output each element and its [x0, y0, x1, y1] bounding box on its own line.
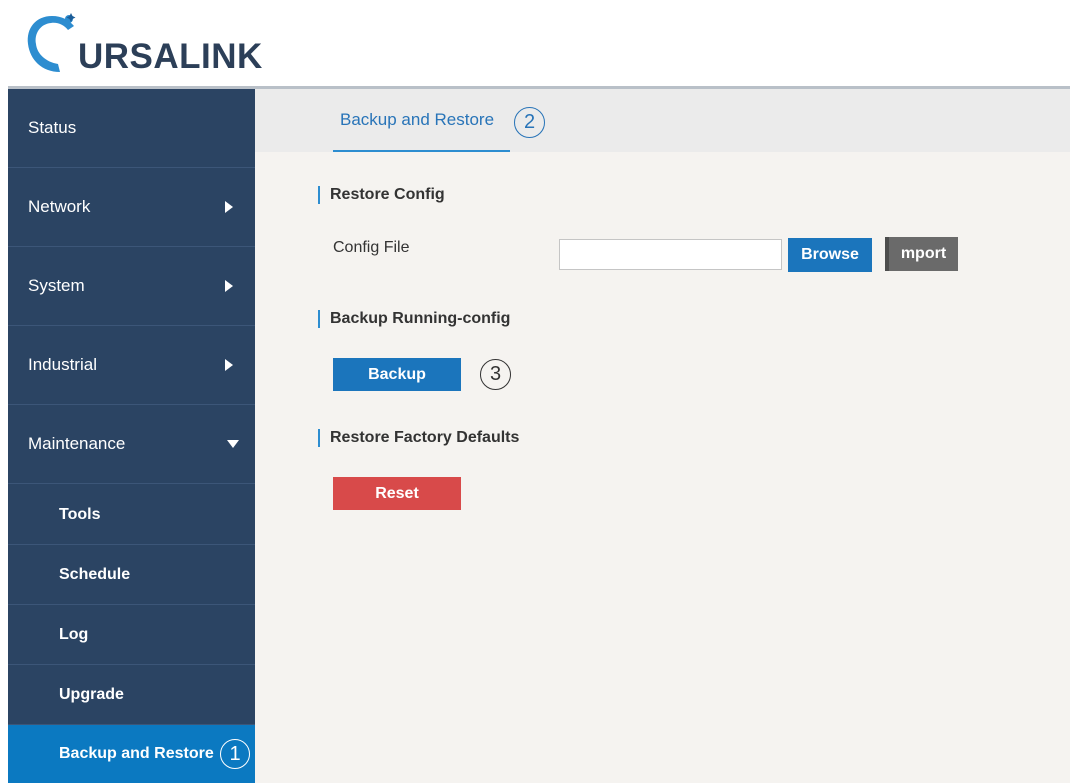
- step-marker-1: 1: [220, 739, 250, 769]
- tab-bar: Backup and Restore 2: [255, 89, 1070, 152]
- section-title-factory-defaults: Restore Factory Defaults: [318, 429, 519, 447]
- sidebar-subitem-label: Log: [59, 625, 89, 643]
- browse-button[interactable]: Browse: [788, 238, 872, 272]
- sidebar-item-industrial[interactable]: Industrial: [8, 326, 255, 405]
- sidebar-item-maintenance[interactable]: Maintenance: [8, 405, 255, 484]
- sidebar-subitem-schedule[interactable]: Schedule: [8, 545, 255, 605]
- config-file-input[interactable]: [559, 239, 782, 270]
- sidebar-subitem-label: Upgrade: [59, 685, 124, 703]
- sidebar-subitem-label: Backup and Restore: [59, 745, 214, 762]
- tab-label: Backup and Restore: [340, 110, 495, 129]
- ursalink-logo: URSALINK: [22, 10, 322, 80]
- backup-button[interactable]: Backup: [333, 358, 461, 391]
- reset-button[interactable]: Reset: [333, 477, 461, 510]
- sidebar-subitem-upgrade[interactable]: Upgrade: [8, 665, 255, 725]
- sidebar-item-network[interactable]: Network: [8, 168, 255, 247]
- main-content: Backup and Restore 2 Restore Config Conf…: [255, 89, 1070, 783]
- step-marker-2: 2: [514, 107, 545, 138]
- caret-right-icon: [225, 359, 233, 371]
- section-title-restore-config: Restore Config: [318, 186, 445, 204]
- section-title-backup: Backup Running-config: [318, 310, 510, 328]
- header: URSALINK: [0, 0, 1070, 89]
- sidebar-item-status[interactable]: Status: [8, 89, 255, 168]
- caret-right-icon: [225, 201, 233, 213]
- sidebar-item-label: Status: [28, 118, 77, 137]
- brand-name: URSALINK: [78, 37, 263, 76]
- sidebar-item-label: Industrial: [28, 355, 97, 374]
- sidebar-item-label: Maintenance: [28, 434, 126, 453]
- sidebar-subitem-backup-restore[interactable]: Backup and Restore 1: [8, 725, 255, 783]
- sidebar-subitem-log[interactable]: Log: [8, 605, 255, 665]
- sidebar-subitem-label: Tools: [59, 505, 101, 523]
- import-button[interactable]: mport: [885, 237, 958, 271]
- bear-logo-icon: [27, 13, 76, 72]
- sidebar-item-label: System: [28, 276, 85, 295]
- step-marker-3: 3: [480, 359, 511, 390]
- sidebar: Status Network System Industrial Mainten…: [8, 89, 255, 783]
- tab-backup-restore[interactable]: Backup and Restore: [333, 89, 510, 152]
- sidebar-item-label: Network: [28, 197, 91, 216]
- caret-down-icon: [227, 440, 239, 448]
- config-file-label: Config File: [333, 239, 410, 256]
- sidebar-subitem-tools[interactable]: Tools: [8, 485, 255, 545]
- sidebar-subitem-label: Schedule: [59, 565, 131, 583]
- caret-right-icon: [225, 280, 233, 292]
- sidebar-item-system[interactable]: System: [8, 247, 255, 326]
